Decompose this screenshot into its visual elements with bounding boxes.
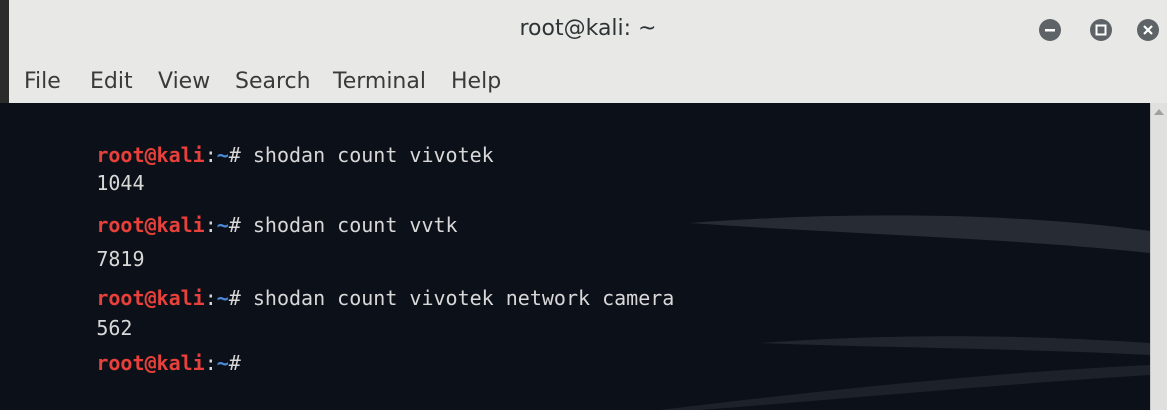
terminal-line: root@kali:~#	[0, 321, 253, 375]
prompt-path: ~	[216, 286, 229, 310]
close-button[interactable]	[1137, 19, 1159, 41]
prompt-path: ~	[216, 351, 229, 375]
title-bar[interactable]: root@kali: ~	[9, 0, 1167, 62]
terminal-window: root@kali: ~ File Edit View Search Termi…	[0, 0, 1167, 410]
menu-file[interactable]: File	[24, 68, 61, 96]
terminal-line: 562	[0, 286, 132, 340]
terminal-area[interactable]: root@kali:~# shodan count vivotek 1044 r…	[0, 103, 1150, 410]
prompt-symbol: #	[228, 213, 253, 237]
prompt-symbol: #	[228, 286, 253, 310]
scroll-up-arrow-icon[interactable]	[1154, 109, 1164, 115]
minimize-button[interactable]	[1039, 19, 1061, 41]
menu-bar: File Edit View Search Terminal Help	[9, 62, 1167, 103]
terminal-line: root@kali:~# shodan count vvtk	[0, 183, 457, 237]
minimize-icon	[1045, 29, 1055, 32]
terminal-line: 7819	[0, 217, 144, 271]
menu-edit[interactable]: Edit	[90, 68, 133, 96]
menu-search[interactable]: Search	[235, 68, 311, 96]
maximize-button[interactable]	[1090, 19, 1112, 41]
menu-view[interactable]: View	[158, 68, 210, 96]
command-text: shodan count vivotek network camera	[252, 286, 675, 310]
terminal-scrollbar[interactable]	[1150, 103, 1167, 410]
prompt-separator: :	[204, 213, 217, 237]
prompt-path: ~	[216, 213, 229, 237]
prompt-separator: :	[204, 286, 217, 310]
terminal-line: 1044	[0, 141, 144, 195]
prompt-user: root@kali	[96, 351, 205, 375]
prompt-path: ~	[216, 143, 229, 167]
window-left-edge	[0, 0, 9, 103]
terminal-line: root@kali:~# shodan count vivotek networ…	[0, 256, 674, 310]
prompt-separator: :	[204, 351, 217, 375]
command-text: shodan count vvtk	[252, 213, 458, 237]
terminal-line: root@kali:~# shodan count vivotek	[0, 113, 493, 167]
close-icon	[1143, 25, 1153, 35]
maximize-icon	[1095, 24, 1107, 36]
terminal-output: root@kali:~# shodan count vivotek 1044 r…	[0, 103, 674, 375]
prompt-symbol: #	[228, 351, 253, 375]
menu-terminal[interactable]: Terminal	[333, 68, 426, 96]
prompt-symbol: #	[228, 143, 253, 167]
command-text: shodan count vivotek	[252, 143, 494, 167]
menu-help[interactable]: Help	[451, 68, 501, 96]
window-title: root@kali: ~	[519, 16, 657, 41]
prompt-separator: :	[204, 143, 217, 167]
